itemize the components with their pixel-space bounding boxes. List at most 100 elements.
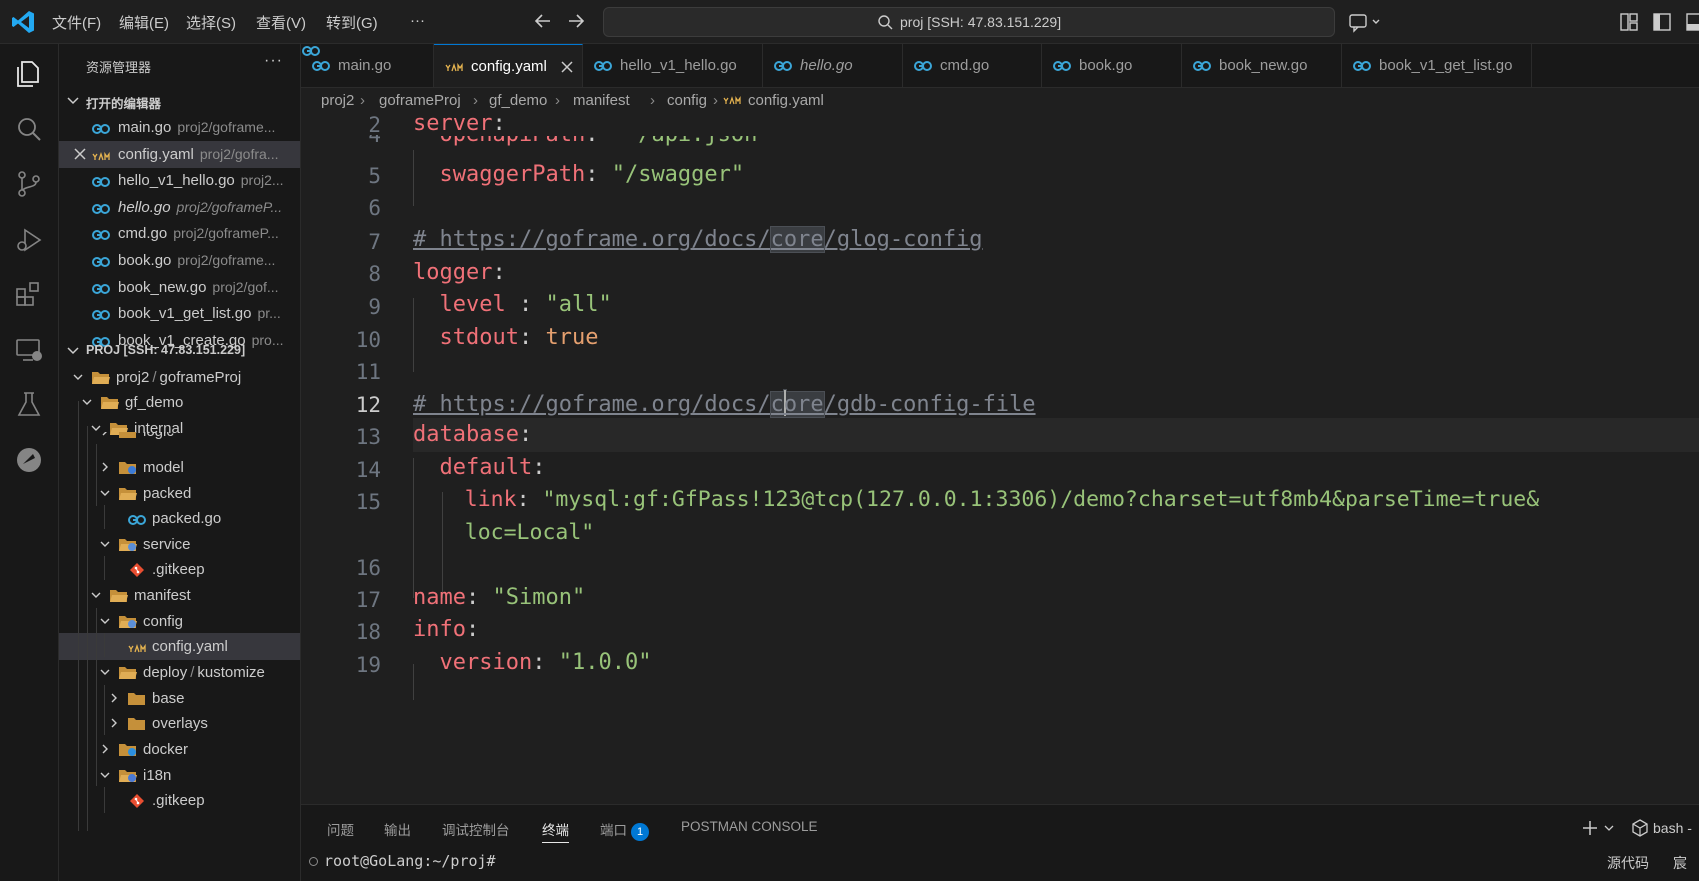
editor-tab[interactable]: book.go [1042,44,1182,87]
breadcrumb-item[interactable]: manifest [573,92,630,109]
command-center-search[interactable]: proj [SSH: 47.83.151.229] [603,7,1335,37]
explorer-icon[interactable] [13,58,45,90]
go-file-icon [92,230,110,241]
tree-item[interactable]: packed.go [59,505,300,532]
breadcrumb-item[interactable]: config.yaml [748,92,824,109]
open-editor-item[interactable]: main.go proj2/goframe... [59,114,300,141]
editor-tab[interactable]: hello.go [763,44,903,87]
chevron-down-icon [73,374,83,380]
terminal-shell-name[interactable]: bash - [1653,820,1692,836]
terminal-line[interactable]: root@GoLang:~/proj# [309,852,496,870]
tree-item-name: logic [143,432,174,440]
editor-tabs: main.go config.yaml hello_v1_hello.go hello… [301,44,1699,88]
vscode-logo-icon[interactable] [10,9,36,35]
editor-tab[interactable]: book_new.go [1182,44,1342,87]
line-number: 7 [368,230,381,254]
breadcrumb-separator: › [650,92,655,109]
search-icon[interactable] [13,114,45,146]
open-editor-item[interactable]: book_new.go proj2/gof... [59,274,300,301]
menu-view[interactable]: 查看(V) [256,12,306,33]
close-icon[interactable] [73,147,87,161]
open-editor-name: book_new.go proj2/gof... [118,279,279,296]
open-editor-item[interactable]: config.yaml proj2/gofra... [59,140,300,168]
menu-edit[interactable]: 编辑(E) [119,12,169,33]
testing-icon[interactable] [13,389,45,421]
panel-tab-postman-console[interactable]: POSTMAN CONSOLE [681,819,818,834]
menu-go[interactable]: 转到(G) [326,12,378,33]
toggle-panel-icon[interactable] [1684,11,1699,33]
tree-item-label: base [152,690,185,707]
open-editor-item[interactable]: book_v1_get_list.go pr... [59,300,300,327]
tree-item[interactable]: gf_demo [59,389,300,416]
source-control-icon[interactable] [13,168,45,200]
tree-item-name: config.yaml [152,638,228,655]
editor-tab[interactable]: cmd.go [903,44,1042,87]
open-editor-item[interactable]: book.go proj2/goframe... [59,247,300,274]
close-icon[interactable] [560,60,574,74]
file-name: hello.go [118,198,171,216]
extensions-icon[interactable] [13,278,45,310]
arrow-right-icon[interactable] [565,10,587,32]
editor-tab[interactable]: config.yaml [434,44,583,87]
editor-tab[interactable]: main.go [301,44,434,87]
toggle-sidebar-icon[interactable] [1651,11,1673,33]
open-editor-item[interactable]: cmd.go proj2/goframeP... [59,220,300,247]
open-editors-header[interactable]: 打开的编辑器 [59,88,300,114]
breadcrumb-item[interactable]: gf_demo [489,92,547,109]
code-editor[interactable]: 2 4 5 6 7 8 9 10 11 12 13 14 15 16 17 18… [301,114,1699,804]
go-file-icon [1053,61,1071,71]
remote-explorer-icon[interactable] [13,334,45,366]
plus-icon[interactable] [1581,819,1599,837]
arrow-left-icon[interactable] [532,10,554,32]
open-editor-item[interactable]: hello_v1_hello.go proj2... [59,167,300,194]
folder-open-icon [119,488,137,500]
breadcrumb-item[interactable]: goframeProj [379,92,461,109]
open-editor-item[interactable]: hello.go proj2/goframeP... [59,194,300,221]
go-file-icon [1353,61,1371,71]
open-editor-name: hello.go proj2/goframeP... [118,199,282,216]
postman-icon[interactable] [13,444,45,476]
tree-item[interactable]: service [59,531,300,558]
breadcrumb-item[interactable]: proj2 [321,92,354,109]
tree-item-name: docker [143,741,188,758]
terminal-shell-icon [1632,819,1648,837]
run-debug-icon[interactable] [13,224,45,256]
panel-tab-terminal[interactable]: 终端 [542,819,569,843]
tree-item-label: manifest [134,587,191,604]
menu-selection[interactable]: 选择(S) [186,12,236,33]
open-editor-name: main.go proj2/goframe... [118,119,275,136]
panel-tab-output[interactable]: 输出 [384,819,411,839]
code-line-4: openapiPath: "/api.json" [413,136,771,150]
panel-tab-debug-console[interactable]: 调试控制台 [442,819,510,839]
yaml-file-icon [128,643,146,653]
tree-item[interactable]: .gitkeep [59,556,300,583]
editor-tab[interactable]: hello_v1_hello.go [583,44,763,87]
tree-item[interactable]: .gitkeep [59,787,300,814]
tree-item-label: packed.go [152,510,222,527]
copilot-chat-icon[interactable] [1348,11,1384,33]
breadcrumb-separator: › [555,92,560,109]
chevron-right-icon [102,432,107,436]
explorer-more-actions[interactable]: ··· [264,52,283,70]
tree-item[interactable]: manifest [59,582,300,609]
panel-tab-problems[interactable]: 问题 [327,819,354,839]
line-number: 8 [368,262,381,286]
menu-file[interactable]: 文件(F) [52,12,101,33]
chevron-down-icon [67,347,79,355]
explorer-title: 资源管理器 [86,60,152,75]
tree-item[interactable]: proj2/goframeProj [59,364,300,391]
panel-tab-ports[interactable]: 端口 1 [600,819,649,841]
chevron-down-icon[interactable] [1603,823,1615,833]
breadcrumb-item[interactable]: config [667,92,707,109]
menu-more[interactable]: ··· [410,12,425,29]
layout-customize-icon[interactable] [1618,11,1640,33]
file-name: book_v1_get_list.go [118,305,252,323]
chevron-down-icon [100,669,110,675]
editor-tab[interactable]: book_v1_get_list.go [1342,44,1532,87]
project-header[interactable]: PROJ [SSH: 47.83.151.229] [59,338,300,364]
tree-item-name: .gitkeep [152,561,205,578]
ports-badge: 1 [631,823,649,841]
tree-indent-guide [104,505,105,529]
search-icon [878,15,893,30]
chevron-down-icon [100,490,110,496]
